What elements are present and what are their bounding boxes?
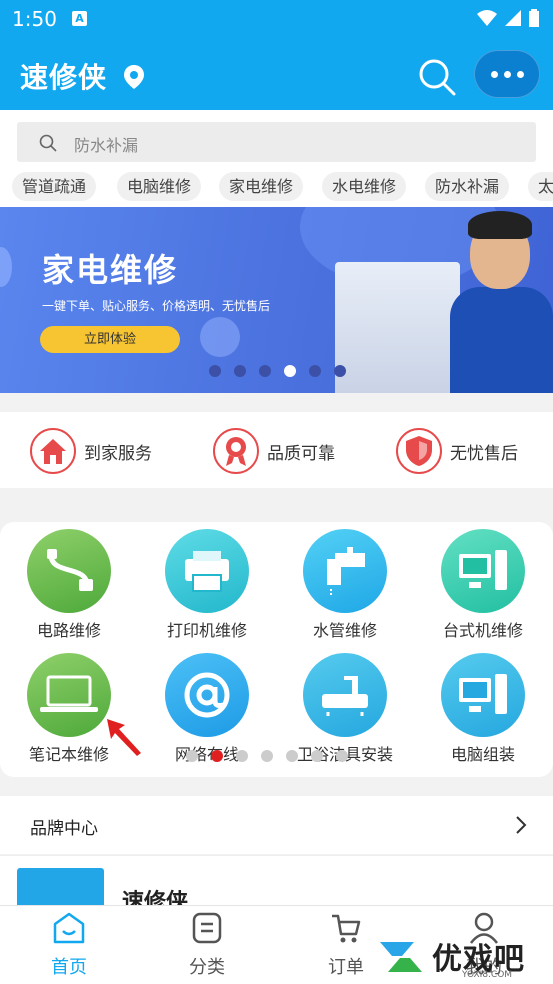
tag-chip[interactable]: 太 <box>528 172 553 201</box>
pager-dot[interactable] <box>234 365 246 377</box>
search-section: 防水补漏 <box>0 110 553 170</box>
more-dot-icon <box>503 70 511 78</box>
services-pager <box>186 750 348 762</box>
service-label: 电脑组装 <box>450 745 515 764</box>
feature-label: 到家服务 <box>84 443 152 464</box>
service-item-pc-assembly[interactable]: 电脑组装 <box>414 653 552 765</box>
service-item-circuit[interactable]: 电路维修 <box>0 529 138 641</box>
brand-logo <box>17 868 104 905</box>
house-icon <box>30 428 76 474</box>
hot-tags-row: 管道疏通 电脑维修 家电维修 水电维修 防水补漏 太 <box>0 170 553 207</box>
banner-pager <box>209 365 346 377</box>
tag-chip[interactable]: 电脑维修 <box>117 172 202 201</box>
home-smile-icon <box>53 912 85 944</box>
printer-icon <box>165 529 249 613</box>
location-pin-icon[interactable] <box>124 65 144 89</box>
watermark-subtext: YOXI8.COM <box>462 970 513 980</box>
wifi-icon <box>477 10 497 26</box>
tab-home[interactable]: 首页 <box>19 912 119 979</box>
pager-dot[interactable] <box>309 365 321 377</box>
battery-icon <box>529 9 539 27</box>
brand-name: 速修侠 <box>122 890 189 905</box>
pager-dot[interactable] <box>186 750 198 762</box>
tag-chip[interactable]: 家电维修 <box>219 172 304 201</box>
pager-dot[interactable] <box>259 365 271 377</box>
service-item-pipe[interactable]: 水管维修 <box>276 529 414 641</box>
shield-icon <box>396 428 442 474</box>
features-row: 到家服务 品质可靠 无忧售后 <box>0 412 553 488</box>
pager-dot[interactable] <box>261 750 273 762</box>
bathtub-icon <box>303 653 387 737</box>
search-placeholder: 防水补漏 <box>74 136 139 155</box>
pager-dot-active[interactable] <box>211 750 223 762</box>
search-icon[interactable] <box>418 58 456 96</box>
search-input[interactable]: 防水补漏 <box>17 122 536 162</box>
pager-dot[interactable] <box>209 365 221 377</box>
service-item-bathroom[interactable]: 卫浴洁具安装 <box>276 653 414 765</box>
banner-heading: 家电维修 <box>42 251 179 289</box>
service-item-desktop[interactable]: 台式机维修 <box>414 529 552 641</box>
brand-center-row[interactable]: 品牌中心 <box>0 796 553 854</box>
technician-image <box>468 211 532 239</box>
chevron-right-icon <box>516 816 527 834</box>
tag-chip[interactable]: 水电维修 <box>322 172 407 201</box>
laptop-icon <box>27 653 111 737</box>
feature-item: 到家服务 <box>30 428 152 474</box>
signal-icon <box>505 10 521 26</box>
service-item-printer[interactable]: 打印机维修 <box>138 529 276 641</box>
service-label: 电路维修 <box>36 621 101 640</box>
faucet-icon <box>303 529 387 613</box>
banner-subheading: 一键下单、贴心服务、价格透明、无忧售后 <box>42 299 271 313</box>
tab-category[interactable]: 分类 <box>157 912 257 979</box>
pager-dot[interactable] <box>334 365 346 377</box>
service-label: 水管维修 <box>312 621 377 640</box>
banner-decoration <box>0 247 12 287</box>
washing-machine-image <box>335 262 460 393</box>
feature-item: 品质可靠 <box>213 428 335 474</box>
cart-icon <box>332 914 361 943</box>
app-title: 速修侠 <box>20 61 108 94</box>
promo-banner[interactable]: 家电维修 一键下单、贴心服务、价格透明、无忧售后 立即体验 <box>0 207 553 393</box>
banner-cta-button[interactable]: 立即体验 <box>40 326 180 353</box>
more-menu-button[interactable] <box>474 50 540 98</box>
pager-dot[interactable] <box>311 750 323 762</box>
site-watermark: 优戏吧 YOXI8.COM <box>374 930 553 984</box>
service-label: 打印机维修 <box>166 621 247 640</box>
desktop-computer-icon <box>441 529 525 613</box>
service-item-network[interactable]: 网络布线 <box>138 653 276 765</box>
system-icons <box>477 9 539 27</box>
status-bar: 1:50 A <box>0 0 553 38</box>
app-header: 速修侠 <box>0 38 553 110</box>
pager-dot[interactable] <box>286 750 298 762</box>
tag-chip[interactable]: 防水补漏 <box>425 172 510 201</box>
list-doc-icon <box>192 912 222 944</box>
pager-dot[interactable] <box>236 750 248 762</box>
at-sign-icon <box>165 653 249 737</box>
search-icon <box>39 134 57 152</box>
computer-icon <box>441 653 525 737</box>
feature-label: 无忧售后 <box>450 443 518 464</box>
notification-a-icon: A <box>72 11 87 26</box>
brand-center-title: 品牌中心 <box>30 819 98 839</box>
banner-decoration <box>200 317 240 357</box>
tab-label: 首页 <box>51 957 87 978</box>
feature-item: 无忧售后 <box>396 428 518 474</box>
feature-label: 品质可靠 <box>267 443 335 464</box>
brand-card[interactable]: 速修侠 <box>0 855 553 905</box>
plug-cable-icon <box>27 529 111 613</box>
red-arrow-pointer-icon <box>107 719 141 756</box>
pager-dot-active[interactable] <box>284 365 296 377</box>
watermark-logo-icon <box>380 942 422 972</box>
more-dot-icon <box>516 70 524 78</box>
technician-image <box>450 287 553 393</box>
status-time: 1:50 <box>12 7 57 31</box>
award-ribbon-icon <box>213 428 259 474</box>
tab-label: 分类 <box>189 957 225 978</box>
tag-chip[interactable]: 管道疏通 <box>12 172 97 201</box>
services-grid: 电路维修 打印机维修 水管维修 台式机维修 笔记本维修 网络布线 卫浴 <box>0 522 553 777</box>
service-label: 台式机维修 <box>442 621 523 640</box>
more-dot-icon <box>490 70 498 78</box>
pager-dot[interactable] <box>336 750 348 762</box>
